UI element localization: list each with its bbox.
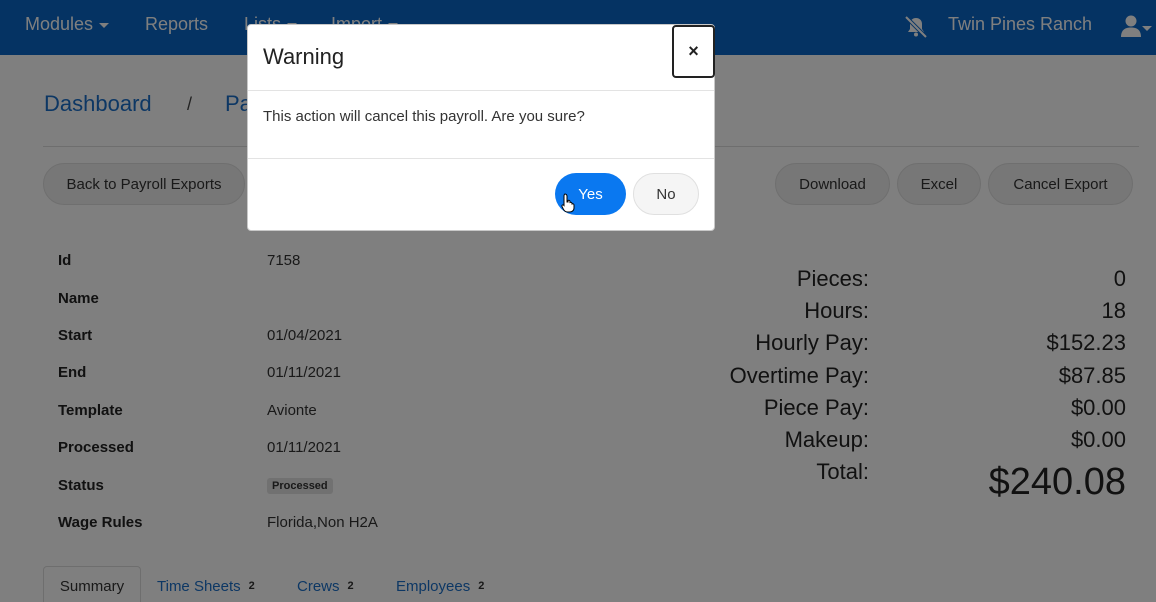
warning-modal: Warning × This action will cancel this p… <box>247 24 715 231</box>
modal-header-divider <box>248 90 714 91</box>
close-icon: × <box>688 41 699 61</box>
no-button[interactable]: No <box>633 173 699 215</box>
modal-message: This action will cancel this payroll. Ar… <box>263 108 585 125</box>
hand-pointer-icon <box>561 193 575 213</box>
close-button[interactable]: × <box>672 25 715 78</box>
modal-title: Warning <box>263 44 345 69</box>
modal-footer-divider <box>248 158 714 159</box>
